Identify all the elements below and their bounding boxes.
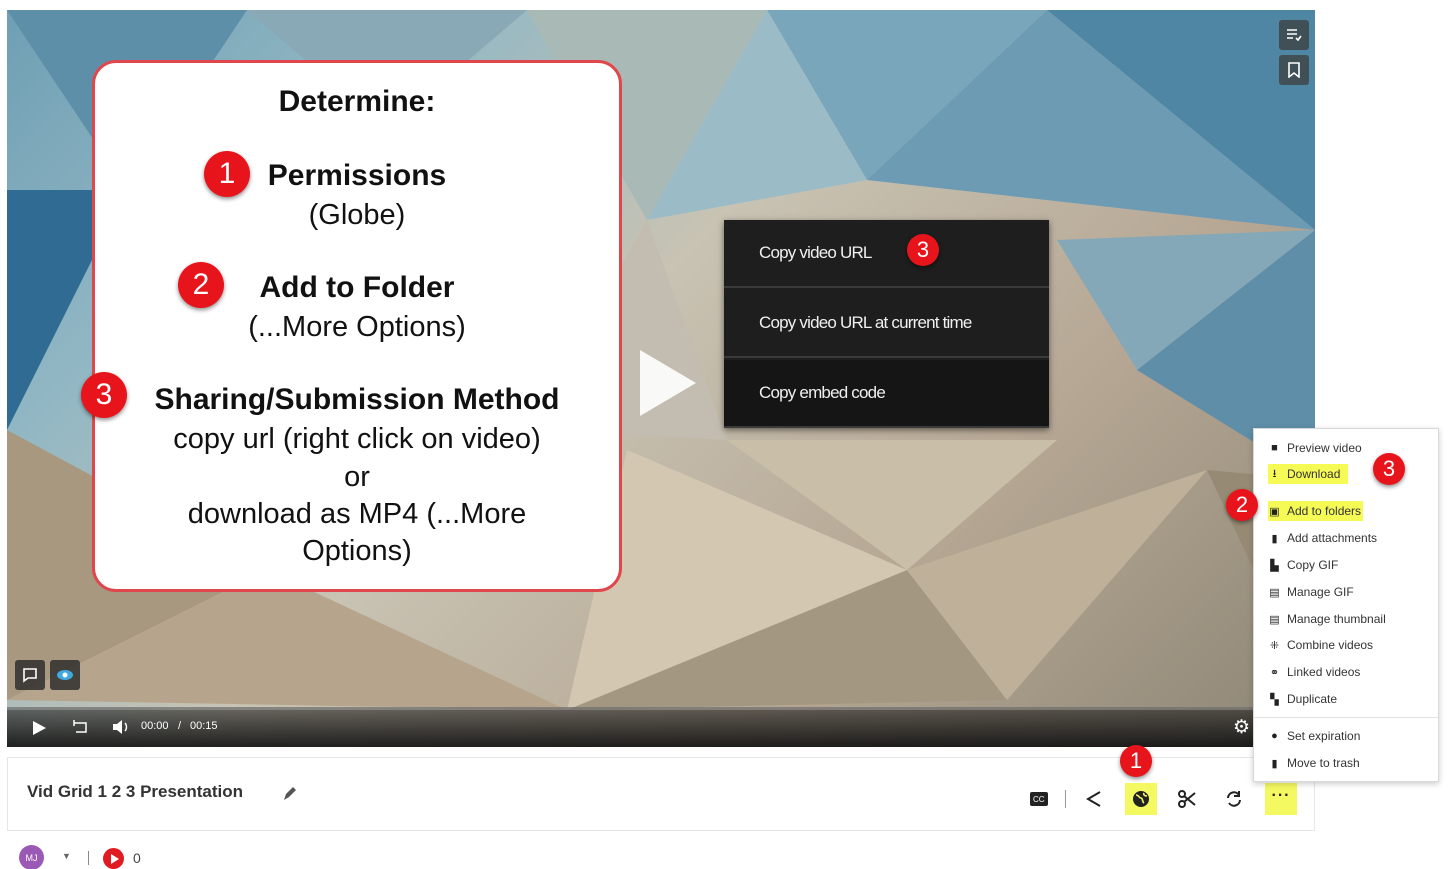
time-separator: /: [178, 720, 182, 732]
more-options-menu: ■ Preview video ⭳ Download ▣ Add to folders…: [1253, 428, 1439, 782]
rewind-10-icon[interactable]: [71, 719, 89, 735]
callout-sharing-line2: or: [344, 461, 370, 493]
callout-folder-title: Add to Folder: [259, 271, 455, 304]
callout-permissions-title: Permissions: [267, 159, 447, 192]
share-icon: [1086, 791, 1101, 807]
footer-badge-1: 1: [1120, 745, 1152, 777]
thumbnail-icon: ▤: [1269, 613, 1280, 626]
visibility-toggle[interactable]: [50, 660, 80, 690]
duplicate-icon: ▚: [1270, 693, 1279, 706]
player-controls: 00:00 / 00:15 ⚙: [7, 707, 1315, 747]
instruction-callout: Determine: Permissions (Globe) Add to Fo…: [92, 60, 622, 592]
step-badge-2: 2: [178, 262, 224, 308]
menu-item-combine-videos[interactable]: ⁜ Combine videos: [1268, 635, 1373, 655]
menu-item-manage-thumbnail[interactable]: ▤ Manage thumbnail: [1268, 609, 1385, 629]
scissors-icon: [1178, 790, 1196, 808]
comment-icon: [23, 668, 37, 683]
bookmark-icon: [1288, 62, 1300, 78]
menu-badge-download: 3: [1373, 453, 1405, 485]
views-icon: [103, 848, 124, 869]
video-camera-icon: ■: [1271, 442, 1278, 454]
bottom-divider: [88, 851, 89, 865]
globe-icon: [1133, 791, 1149, 807]
video-info-bar: Vid Grid 1 2 3 Presentation: [7, 757, 1315, 831]
ellipsis-icon: ···: [1271, 787, 1291, 804]
page: 00:00 / 00:15 ⚙ Determine: Permissions (…: [0, 0, 1452, 869]
comments-toggle[interactable]: [15, 660, 45, 690]
bookmark-button[interactable]: [1279, 55, 1309, 85]
callout-heading: Determine:: [278, 85, 436, 118]
manage-gif-icon: ▤: [1269, 586, 1280, 599]
combine-icon: ⁜: [1269, 639, 1280, 652]
link-icon: ⚭: [1269, 666, 1280, 679]
progress-bar[interactable]: [7, 707, 1315, 710]
folder-icon: ▣: [1269, 505, 1280, 518]
callout-sharing-line1: copy url (right click on video): [173, 423, 541, 455]
attachment-icon: ▮: [1271, 532, 1278, 545]
trash-icon: ▮: [1271, 757, 1278, 770]
menu-item-copy-gif[interactable]: ▙ Copy GIF: [1268, 555, 1338, 575]
menu-item-add-to-folders[interactable]: ▣ Add to folders: [1268, 501, 1364, 521]
callout-folder-sub: (...More Options): [248, 311, 466, 343]
menu-divider: [1254, 717, 1438, 718]
menu-badge-folders: 2: [1226, 489, 1258, 521]
settings-gear-icon[interactable]: ⚙: [1233, 716, 1250, 739]
menu-item-move-to-trash[interactable]: ▮ Move to trash: [1268, 753, 1359, 773]
share-button[interactable]: [1078, 783, 1110, 815]
eye-icon: [57, 670, 73, 680]
callout-sharing-line3: download as MP4 (...More: [187, 498, 527, 530]
step-badge-1: 1: [204, 151, 250, 197]
time-current: 00:00: [141, 720, 169, 732]
replace-button[interactable]: [1218, 783, 1250, 815]
more-options-button[interactable]: ···: [1265, 783, 1297, 815]
menu-item-linked-videos[interactable]: ⚭ Linked videos: [1268, 662, 1361, 682]
callout-permissions-sub: (Globe): [308, 199, 406, 231]
menu-item-add-attachments[interactable]: ▮ Add attachments: [1268, 528, 1377, 548]
context-item-copy-embed[interactable]: Copy embed code: [724, 360, 1049, 428]
callout-sharing-line4: Options): [302, 535, 412, 567]
play-overlay-icon[interactable]: [640, 350, 696, 416]
copy-gif-icon: ▙: [1270, 559, 1279, 572]
permissions-globe-button[interactable]: [1125, 783, 1157, 815]
step-badge-3: 3: [81, 372, 127, 418]
context-item-copy-url[interactable]: Copy video URL: [724, 220, 1049, 288]
video-title: Vid Grid 1 2 3 Presentation: [27, 782, 244, 801]
menu-item-manage-gif[interactable]: ▤ Manage GIF: [1268, 582, 1353, 602]
context-badge-3: 3: [907, 234, 939, 266]
edit-pencil-icon[interactable]: [282, 786, 298, 802]
play-icon[interactable]: [33, 721, 46, 735]
menu-item-duplicate[interactable]: ▚ Duplicate: [1268, 689, 1337, 709]
toolbar-divider: [1065, 790, 1066, 808]
view-count: 0: [133, 850, 141, 866]
video-context-menu: Copy video URL Copy video URL at current…: [724, 220, 1049, 428]
menu-item-preview-video[interactable]: ■ Preview video: [1268, 438, 1362, 458]
svg-text:CC: CC: [1033, 795, 1045, 804]
menu-item-set-expiration[interactable]: ● Set expiration: [1268, 726, 1360, 746]
download-icon: ⭳: [1272, 467, 1277, 480]
volume-icon[interactable]: [111, 719, 131, 735]
context-item-copy-url-time[interactable]: Copy video URL at current time: [724, 290, 1049, 358]
clock-icon: ●: [1271, 730, 1278, 742]
list-check-icon: [1287, 29, 1302, 42]
avatar[interactable]: MJ: [19, 845, 44, 869]
chapters-button[interactable]: [1279, 20, 1309, 50]
captions-icon: CC: [1030, 792, 1048, 806]
menu-item-download[interactable]: ⭳ Download: [1268, 464, 1349, 484]
time-total: 00:15: [190, 720, 218, 732]
captions-button[interactable]: CC: [1023, 783, 1055, 815]
chevron-down-icon[interactable]: ▼: [62, 851, 71, 861]
trim-button[interactable]: [1171, 783, 1203, 815]
callout-sharing-title: Sharing/Submission Method: [154, 383, 560, 416]
refresh-icon: [1227, 791, 1241, 807]
